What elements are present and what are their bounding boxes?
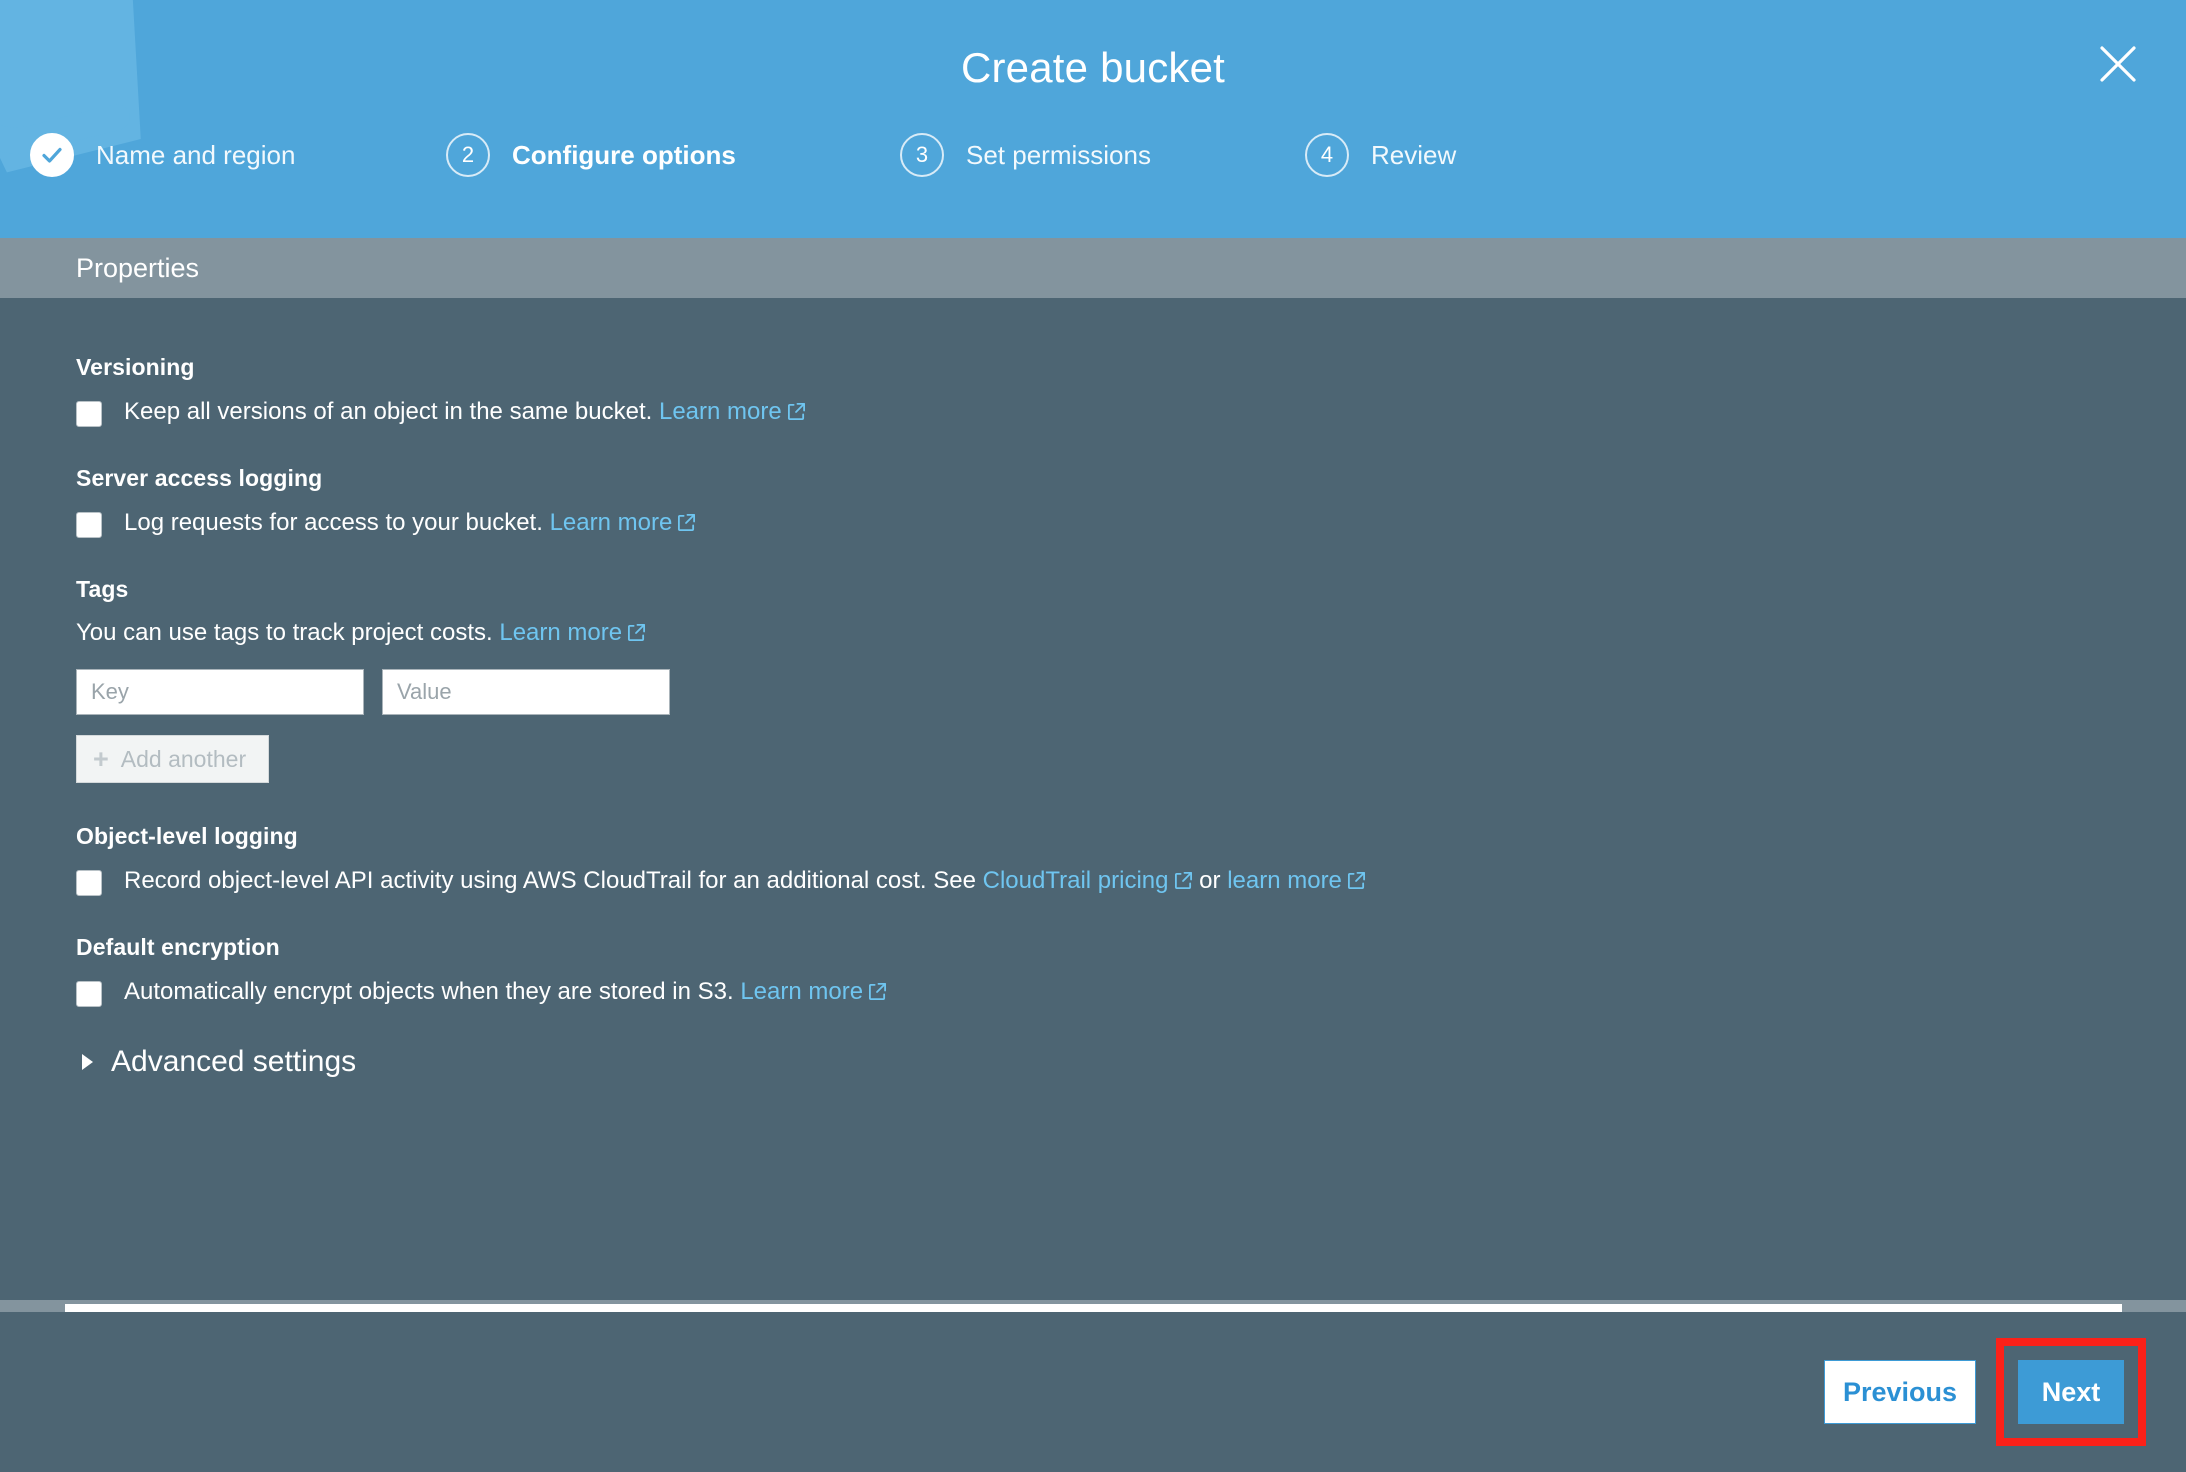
external-link-icon <box>787 402 806 421</box>
external-link-icon <box>1347 871 1366 890</box>
step-3-circle: 3 <box>900 133 944 177</box>
object-level-logging-text-middle: or <box>1199 867 1221 894</box>
properties-title: Properties <box>76 252 200 283</box>
server-access-logging-learn-more-link[interactable]: Learn more <box>550 509 673 536</box>
default-encryption-text: Automatically encrypt objects when they … <box>124 978 734 1005</box>
close-icon <box>2100 46 2136 82</box>
step-name-and-region[interactable]: Name and region <box>30 133 295 177</box>
dialog-header: Create bucket Name and region 2 Configur… <box>0 0 2186 238</box>
versioning-checkbox[interactable] <box>76 401 102 427</box>
server-access-logging-description: Log requests for access to your bucket. … <box>124 508 696 538</box>
versioning-title: Versioning <box>76 354 195 380</box>
default-encryption-description: Automatically encrypt objects when they … <box>124 977 887 1007</box>
object-level-logging-checkbox[interactable] <box>76 870 102 896</box>
plus-icon: + <box>93 743 109 774</box>
step-2-circle: 2 <box>446 133 490 177</box>
tags-learn-more-link[interactable]: Learn more <box>499 619 622 646</box>
tags-title: Tags <box>76 576 129 602</box>
step-1-label: Name and region <box>96 139 296 170</box>
default-encryption-title: Default encryption <box>76 934 280 960</box>
step-review[interactable]: 4 Review <box>1305 133 1456 177</box>
cloudtrail-pricing-link[interactable]: CloudTrail pricing <box>983 867 1169 894</box>
horizontal-scrollbar-track[interactable] <box>0 1300 2186 1312</box>
step-4-label: Review <box>1371 139 1457 170</box>
default-encryption-row: Automatically encrypt objects when they … <box>76 977 2110 1007</box>
tags-description-text: You can use tags to track project costs. <box>76 619 493 646</box>
server-access-logging-checkbox[interactable] <box>76 512 102 538</box>
tags-description: You can use tags to track project costs.… <box>76 619 2110 647</box>
external-link-icon <box>627 623 646 642</box>
section-versioning: Versioning Keep all versions of an objec… <box>76 354 2110 427</box>
step-configure-options[interactable]: 2 Configure options <box>446 133 736 177</box>
default-encryption-learn-more-link[interactable]: Learn more <box>740 978 863 1005</box>
object-level-logging-row: Record object-level API activity using A… <box>76 866 2110 896</box>
page-title: Create bucket <box>960 44 1226 91</box>
check-icon <box>42 147 62 163</box>
versioning-row: Keep all versions of an object in the sa… <box>76 397 2110 427</box>
server-access-logging-title: Server access logging <box>76 465 323 491</box>
versioning-text: Keep all versions of an object in the sa… <box>124 398 653 425</box>
dialog-content: Versioning Keep all versions of an objec… <box>0 298 2186 1312</box>
tag-value-input[interactable] <box>382 669 670 715</box>
section-default-encryption: Default encryption Automatically encrypt… <box>76 934 2110 1007</box>
section-object-level-logging: Object-level logging Record object-level… <box>76 823 2110 896</box>
add-another-label: Add another <box>120 745 247 772</box>
tags-input-row <box>76 669 2110 715</box>
section-tags: Tags You can use tags to track project c… <box>76 576 2110 823</box>
external-link-icon <box>1174 871 1193 890</box>
horizontal-scrollbar-thumb[interactable] <box>65 1304 2122 1312</box>
step-indicator: Name and region 2 Configure options 3 Se… <box>0 130 2186 180</box>
object-level-logging-description: Record object-level API activity using A… <box>124 866 1366 896</box>
create-bucket-dialog: Create bucket Name and region 2 Configur… <box>0 0 2186 1472</box>
versioning-learn-more-link[interactable]: Learn more <box>659 398 782 425</box>
step-2-label: Configure options <box>512 139 736 170</box>
step-4-circle: 4 <box>1305 133 1349 177</box>
bucket-watermark-icon <box>0 0 141 173</box>
step-1-circle <box>30 133 74 177</box>
next-button-highlight: Next <box>1996 1338 2146 1446</box>
step-set-permissions[interactable]: 3 Set permissions <box>900 133 1151 177</box>
server-access-logging-row: Log requests for access to your bucket. … <box>76 508 2110 538</box>
object-level-logging-title: Object-level logging <box>76 823 298 849</box>
default-encryption-checkbox[interactable] <box>76 981 102 1007</box>
external-link-icon <box>868 982 887 1001</box>
close-button[interactable] <box>2090 36 2146 92</box>
step-3-label: Set permissions <box>966 139 1151 170</box>
previous-button[interactable]: Previous <box>1824 1360 1976 1424</box>
add-another-button[interactable]: + Add another <box>76 735 270 783</box>
tag-key-input[interactable] <box>76 669 364 715</box>
server-access-logging-text: Log requests for access to your bucket. <box>124 509 543 536</box>
advanced-settings-toggle[interactable]: Advanced settings <box>76 1045 356 1079</box>
section-server-access-logging: Server access logging Log requests for a… <box>76 465 2110 538</box>
advanced-settings-label: Advanced settings <box>111 1045 357 1078</box>
dialog-footer: Previous Next <box>0 1312 2186 1472</box>
properties-section-bar: Properties <box>0 238 2186 298</box>
object-level-logging-learn-more-link[interactable]: learn more <box>1227 867 1342 894</box>
object-level-logging-text-before: Record object-level API activity using A… <box>124 867 976 894</box>
versioning-description: Keep all versions of an object in the sa… <box>124 397 806 427</box>
external-link-icon <box>677 513 696 532</box>
next-button[interactable]: Next <box>2018 1360 2124 1424</box>
chevron-right-icon <box>82 1054 93 1070</box>
